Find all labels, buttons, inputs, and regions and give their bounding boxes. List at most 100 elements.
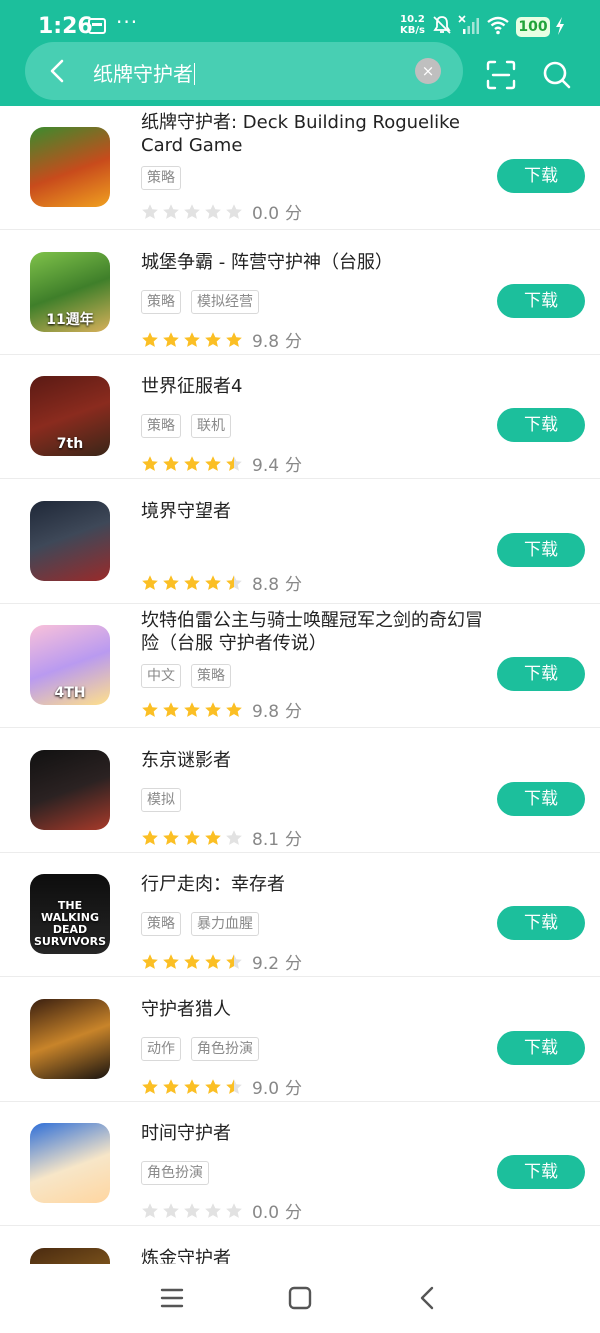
star-icon [142, 1203, 158, 1219]
star-icon [205, 702, 221, 718]
result-title[interactable]: 东京谜影者 [141, 749, 486, 772]
search-input[interactable]: 纸牌守护者 [93, 58, 195, 87]
tag-list: 策略 模拟经营 [141, 290, 269, 314]
score: 9.0 分 [252, 1074, 302, 1099]
result-item[interactable]: 纸牌守护者: Deck Building Roguelike Card Game… [0, 106, 600, 230]
star-icon [142, 702, 158, 718]
download-button[interactable]: 下载 [497, 782, 585, 816]
result-item[interactable]: THE WALKING DEAD SURVIVORS 行尸走肉：幸存者 策略 暴力血腥… [0, 853, 600, 977]
app-icon[interactable] [30, 999, 110, 1079]
star-icon [142, 830, 158, 846]
search-bar: 纸牌守护者 × [25, 42, 463, 100]
star-icon [142, 575, 158, 591]
result-title[interactable]: 炼金守护者 [141, 1247, 486, 1264]
rating: 9.8 分 [141, 327, 302, 352]
result-title[interactable]: 世界征服者4 [141, 375, 486, 398]
home-icon[interactable] [284, 1282, 316, 1314]
result-item[interactable]: 11週年 城堡争霸 - 阵营守护神（台服） 策略 模拟经营 9.8 分 下载 [0, 231, 600, 355]
more-notifications-icon: ··· [116, 10, 139, 34]
star-icon [184, 830, 200, 846]
download-button[interactable]: 下载 [497, 533, 585, 567]
result-item[interactable]: 7th 世界征服者4 策略 联机 9.4 分 下载 [0, 355, 600, 479]
result-title[interactable]: 境界守望者 [141, 500, 486, 523]
star-icon [142, 1079, 158, 1095]
download-button[interactable]: 下载 [497, 408, 585, 442]
app-icon-text: 11週年 [46, 312, 94, 328]
star-icon [205, 575, 221, 591]
star-rating [141, 1077, 246, 1097]
result-title[interactable]: 行尸走肉：幸存者 [141, 873, 486, 896]
app-icon[interactable]: THE WALKING DEAD SURVIVORS [30, 874, 110, 954]
result-title[interactable]: 守护者猎人 [141, 998, 486, 1021]
download-button[interactable]: 下载 [497, 1155, 585, 1189]
result-item[interactable]: 炼金守护者 [0, 1227, 600, 1264]
star-rating [141, 202, 246, 222]
notification-icon [88, 18, 106, 34]
rating: 9.2 分 [141, 949, 302, 974]
download-button[interactable]: 下载 [497, 284, 585, 318]
star-icon [226, 830, 242, 846]
menu-icon[interactable] [156, 1282, 188, 1314]
download-button[interactable]: 下载 [497, 657, 585, 691]
result-item[interactable]: 境界守望者 8.8 分 下载 [0, 480, 600, 604]
star-icon [226, 954, 242, 970]
star-icon [184, 575, 200, 591]
app-icon[interactable] [30, 750, 110, 830]
result-item[interactable]: 时间守护者 角色扮演 0.0 分 下载 [0, 1102, 600, 1226]
clear-search-button[interactable]: × [415, 58, 441, 84]
score-value: 8.1 [252, 830, 280, 850]
app-icon[interactable] [30, 127, 110, 207]
result-item[interactable]: 东京谜影者 模拟 8.1 分 下载 [0, 729, 600, 853]
score-value: 9.2 [252, 954, 280, 974]
app-icon[interactable] [30, 501, 110, 581]
star-icon [184, 702, 200, 718]
back-icon[interactable] [412, 1282, 444, 1314]
download-button[interactable]: 下载 [497, 906, 585, 940]
net-speed-unit: KB/s [400, 25, 425, 36]
tag: 策略 [141, 414, 181, 438]
rating: 8.8 分 [141, 570, 302, 595]
text-caret [194, 63, 195, 85]
app-icon[interactable]: 7th [30, 376, 110, 456]
star-rating [141, 330, 246, 350]
app-icon-text: 4TH [54, 685, 86, 701]
app-icon[interactable] [30, 1248, 110, 1264]
star-icon [142, 332, 158, 348]
star-icon [184, 456, 200, 472]
score-unit: 分 [285, 575, 303, 595]
result-title[interactable]: 纸牌守护者: Deck Building Roguelike Card Game [141, 111, 486, 157]
result-item[interactable]: 4TH 坎特伯雷公主与骑士唤醒冠军之剑的奇幻冒险（台服 守护者传说） 中文 策略 9.8… [0, 604, 600, 728]
result-title[interactable]: 坎特伯雷公主与骑士唤醒冠军之剑的奇幻冒险（台服 守护者传说） [141, 609, 486, 655]
result-item[interactable]: 守护者猎人动作 角色扮演 9.0 分 下载 [0, 978, 600, 1102]
star-icon [226, 456, 242, 472]
net-speed: 10.2 KB/s [400, 14, 425, 36]
search-icon[interactable] [540, 58, 574, 92]
back-arrow-icon[interactable] [45, 57, 71, 85]
download-button[interactable]: 下载 [497, 159, 585, 193]
tag: 策略 [141, 290, 181, 314]
star-icon [163, 332, 179, 348]
star-icon [226, 204, 242, 220]
score-value: 0.0 [252, 1203, 280, 1223]
score-value: 0.0 [252, 204, 280, 224]
scan-icon[interactable] [484, 58, 518, 92]
score: 8.8 分 [252, 570, 302, 595]
tag-list: 动作 角色扮演 [141, 1037, 269, 1061]
score: 0.0 分 [252, 199, 302, 224]
app-icon[interactable]: 4TH [30, 625, 110, 705]
search-query-text: 纸牌守护者 [93, 62, 193, 86]
tag: 策略 [141, 166, 181, 190]
app-icon[interactable]: 11週年 [30, 252, 110, 332]
star-icon [205, 332, 221, 348]
app-icon[interactable] [30, 1123, 110, 1203]
download-button[interactable]: 下载 [497, 1031, 585, 1065]
mute-icon [433, 16, 451, 34]
tag-list: 角色扮演 [141, 1161, 219, 1185]
tag: 角色扮演 [191, 1037, 259, 1061]
star-icon [205, 1203, 221, 1219]
result-title[interactable]: 城堡争霸 - 阵营守护神（台服） [141, 251, 486, 274]
charging-icon [556, 17, 564, 35]
search-results-list: 纸牌守护者: Deck Building Roguelike Card Game… [0, 106, 600, 1264]
result-title[interactable]: 时间守护者 [141, 1122, 486, 1145]
star-rating [141, 1201, 246, 1221]
